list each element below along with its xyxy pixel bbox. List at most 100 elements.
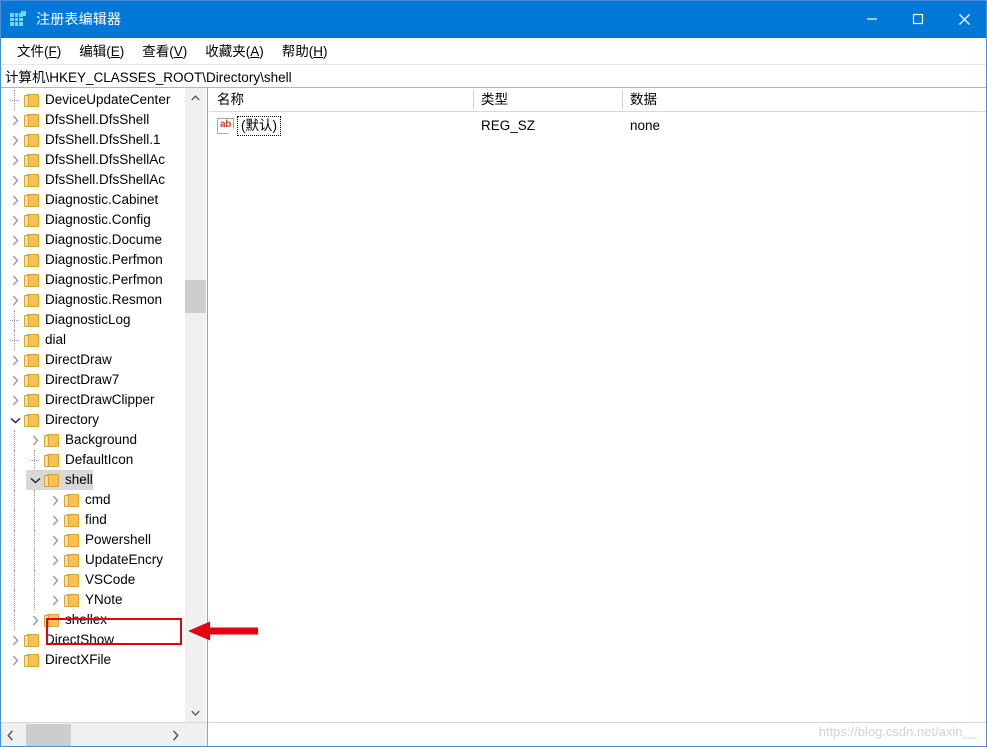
tree-item-dfsshell-dfsshellac[interactable]: DfsShell.DfsShellAc [0, 150, 186, 170]
address-bar[interactable]: 计算机\HKEY_CLASSES_ROOT\Directory\shell [0, 64, 987, 88]
chevron-right-icon[interactable] [26, 610, 44, 630]
chevron-right-icon[interactable] [46, 570, 64, 590]
column-header-2[interactable]: 类型 [473, 88, 622, 111]
chevron-right-icon[interactable] [6, 210, 24, 230]
folder-icon [24, 353, 39, 367]
tree-item-dfsshell-dfsshell[interactable]: DfsShell.DfsShell [0, 110, 186, 130]
tree-vertical-scroll-thumb[interactable] [185, 280, 206, 313]
chevron-right-icon[interactable] [6, 130, 24, 150]
maximize-icon[interactable] [895, 0, 941, 38]
tree-item-label: Diagnostic.Resmon [45, 292, 163, 307]
tree-item-label: DfsShell.DfsShellAc [45, 152, 166, 167]
column-header-3[interactable]: 数据 [622, 88, 987, 111]
tree-item-directdraw7[interactable]: DirectDraw7 [0, 370, 186, 390]
tree-item-diagnostic-perfmon[interactable]: Diagnostic.Perfmon [0, 270, 186, 290]
string-value-ab-icon: ab [217, 118, 234, 134]
chevron-right-icon[interactable] [6, 290, 24, 310]
tree-item-diagnostic-config[interactable]: Diagnostic.Config [0, 210, 186, 230]
column-separator[interactable] [473, 90, 474, 109]
tree-item-label: find [85, 512, 107, 527]
tree-item-directdraw[interactable]: DirectDraw [0, 350, 186, 370]
tree-item-diagnostic-perfmon[interactable]: Diagnostic.Perfmon [0, 250, 186, 270]
chevron-right-icon[interactable] [46, 550, 64, 570]
menu-mnemonic: E [110, 43, 120, 59]
menu-item-2[interactable]: 编辑(E) [70, 41, 133, 62]
folder-icon [24, 293, 39, 307]
scroll-up-icon[interactable] [185, 88, 206, 107]
chevron-right-icon[interactable] [6, 630, 24, 650]
chevron-right-icon[interactable] [6, 110, 24, 130]
tree-item-deviceupdatecenter[interactable]: DeviceUpdateCenter [0, 90, 186, 110]
tree-item-diagnostic-cabinet[interactable]: Diagnostic.Cabinet [0, 190, 186, 210]
tree-item-updateencry[interactable]: UpdateEncry [0, 550, 186, 570]
tree-item-shell[interactable]: shell [0, 470, 186, 490]
tree-item-directshow[interactable]: DirectShow [0, 630, 186, 650]
tree-item-cmd[interactable]: cmd [0, 490, 186, 510]
tree-item-directdrawclipper[interactable]: DirectDrawClipper [0, 390, 186, 410]
folder-icon [64, 553, 79, 567]
tree-item-diagnostic-docume[interactable]: Diagnostic.Docume [0, 230, 186, 250]
tree-item-label: DiagnosticLog [45, 312, 131, 327]
chevron-right-icon[interactable] [46, 530, 64, 550]
scroll-down-icon[interactable] [185, 703, 206, 722]
chevron-down-icon[interactable] [6, 410, 24, 430]
tree-item-powershell[interactable]: Powershell [0, 530, 186, 550]
menu-item-5[interactable]: 帮助(H) [273, 41, 337, 62]
chevron-right-icon[interactable] [46, 590, 64, 610]
close-icon[interactable] [941, 0, 987, 38]
tree-item-content: DefaultIcon [26, 450, 133, 470]
tree-item-label: DfsShell.DfsShell [45, 112, 150, 127]
chevron-right-icon[interactable] [6, 270, 24, 290]
tree-item-diagnostic-resmon[interactable]: Diagnostic.Resmon [0, 290, 186, 310]
tree-scroll-area: DeviceUpdateCenter DfsShell.DfsShell DfsSh… [0, 88, 186, 722]
chevron-right-icon[interactable] [6, 250, 24, 270]
folder-icon [64, 493, 79, 507]
scroll-left-icon[interactable] [0, 723, 21, 747]
tree-item-directxfile[interactable]: DirectXFile [0, 650, 186, 670]
column-separator[interactable] [622, 90, 623, 109]
tree-item-dfsshell-dfsshell-1[interactable]: DfsShell.DfsShell.1 [0, 130, 186, 150]
scroll-right-icon[interactable] [165, 723, 186, 747]
chevron-right-icon[interactable] [6, 350, 24, 370]
tree-item-defaulticon[interactable]: DefaultIcon [0, 450, 186, 470]
chevron-right-icon[interactable] [6, 190, 24, 210]
tree-item-background[interactable]: Background [0, 430, 186, 450]
tree-item-vscode[interactable]: VSCode [0, 570, 186, 590]
tree-item-label: Directory [45, 412, 100, 427]
chevron-right-icon[interactable] [6, 370, 24, 390]
registry-values-pane: 名称 类型 数据 ab (默认) REG_SZ none [209, 88, 987, 747]
chevron-right-icon[interactable] [6, 390, 24, 410]
tree-leaf-spacer [26, 450, 44, 470]
tree-item-shellex[interactable]: shellex [0, 610, 186, 630]
chevron-right-icon[interactable] [46, 510, 64, 530]
tree-item-content: DeviceUpdateCenter [6, 90, 170, 110]
column-header-1[interactable]: 名称 [209, 88, 473, 111]
tree-horizontal-scroll-thumb[interactable] [26, 724, 71, 746]
tree-item-dial[interactable]: dial [0, 330, 186, 350]
chevron-right-icon[interactable] [46, 490, 64, 510]
tree-item-dfsshell-dfsshellac[interactable]: DfsShell.DfsShellAc [0, 170, 186, 190]
tree-item-content: shellex [26, 610, 107, 630]
tree-item-ynote[interactable]: YNote [0, 590, 186, 610]
tree-item-label: YNote [85, 592, 123, 607]
value-name-cell[interactable]: (默认) [237, 116, 281, 136]
menu-item-3[interactable]: 查看(V) [133, 41, 196, 62]
tree-horizontal-scrollbar[interactable] [0, 722, 207, 747]
minimize-icon[interactable] [849, 0, 895, 38]
tree-item-content: DiagnosticLog [6, 310, 131, 330]
tree-item-label: DirectDraw [45, 352, 112, 367]
chevron-right-icon[interactable] [6, 650, 24, 670]
chevron-right-icon[interactable] [6, 170, 24, 190]
chevron-right-icon[interactable] [26, 430, 44, 450]
tree-vertical-scrollbar[interactable] [184, 88, 206, 722]
tree-item-directory[interactable]: Directory [0, 410, 186, 430]
chevron-right-icon[interactable] [6, 150, 24, 170]
menu-item-1[interactable]: 文件(F) [8, 41, 70, 62]
tree-item-diagnosticlog[interactable]: DiagnosticLog [0, 310, 186, 330]
tree-item-find[interactable]: find [0, 510, 186, 530]
chevron-down-icon[interactable] [26, 470, 44, 490]
chevron-right-icon[interactable] [6, 230, 24, 250]
folder-icon [24, 313, 39, 327]
table-row[interactable]: ab (默认) REG_SZ none [209, 114, 987, 138]
menu-item-4[interactable]: 收藏夹(A) [196, 41, 273, 62]
